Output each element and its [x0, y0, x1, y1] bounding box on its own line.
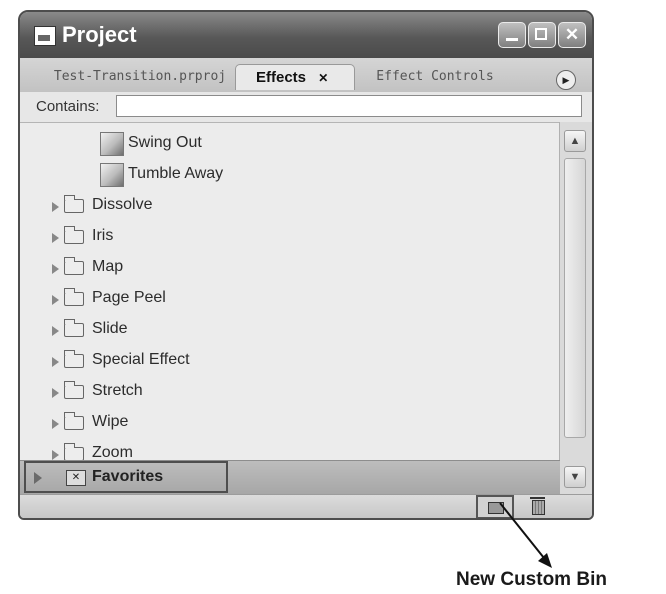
callout-arrow	[499, 502, 552, 568]
callout-label: New Custom Bin	[456, 569, 607, 590]
